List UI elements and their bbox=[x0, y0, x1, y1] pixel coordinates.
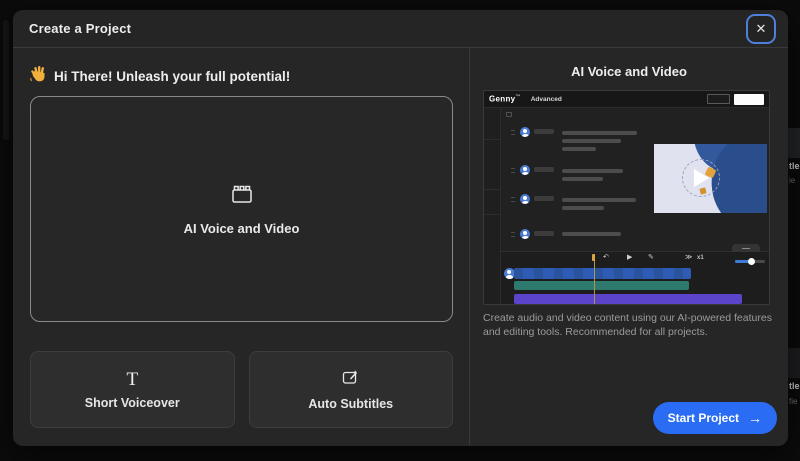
genny-app-preview-image: Genny™ Advanced ↶ ▶ ✎ ≫ x1 bbox=[483, 90, 770, 305]
playhead-marker bbox=[592, 254, 595, 261]
close-icon: ✕ bbox=[755, 21, 767, 36]
app-screen: tle ie tle fie Create a Project ✕ Hi The… bbox=[0, 0, 800, 461]
speaker-avatar bbox=[520, 194, 530, 204]
drag-handle bbox=[511, 232, 515, 237]
placeholder-bar bbox=[562, 198, 636, 202]
voice-track bbox=[514, 268, 691, 279]
preview-topbar: Genny™ Advanced bbox=[484, 91, 769, 108]
right-pane: AI Voice and Video Genny™ Advanced ↶ ▶ ✎… bbox=[469, 48, 788, 445]
background-card-title-fragment: tle bbox=[789, 381, 800, 391]
voice-name-pill bbox=[534, 196, 554, 201]
auto-subtitles-label: Auto Subtitles bbox=[308, 396, 394, 411]
rail-separator bbox=[484, 139, 500, 140]
project-description: Create audio and video content using our… bbox=[483, 312, 772, 338]
zoom-slider bbox=[735, 258, 765, 265]
start-project-button[interactable]: Start Project → bbox=[652, 402, 777, 434]
playhead bbox=[594, 254, 595, 304]
placeholder-bar bbox=[562, 131, 637, 135]
placeholder-bar bbox=[562, 177, 603, 181]
voice-name-pill bbox=[534, 231, 554, 236]
background-card-title-fragment: tle bbox=[789, 161, 800, 171]
background-card-thumbnail bbox=[788, 348, 800, 378]
play-icon bbox=[694, 169, 709, 187]
preview-timeline: ↶ ▶ ✎ ≫ x1 bbox=[501, 244, 769, 304]
right-pane-heading: AI Voice and Video bbox=[571, 64, 687, 79]
modal-header: Create a Project ✕ bbox=[13, 10, 788, 48]
greeting-text: Hi There! Unleash your full potential! bbox=[54, 68, 291, 84]
left-pane: Hi There! Unleash your full potential! A… bbox=[13, 48, 469, 445]
text-tool-icon: T bbox=[126, 368, 139, 390]
zoom-slider-knob bbox=[748, 258, 755, 265]
playback-rate-label: x1 bbox=[697, 255, 704, 261]
preview-sidebar-rail bbox=[484, 108, 501, 304]
clapperboard-icon bbox=[229, 182, 255, 209]
preview-outline-button bbox=[707, 94, 730, 104]
placeholder-bar bbox=[562, 206, 604, 210]
drag-handle bbox=[511, 130, 515, 135]
start-project-label: Start Project bbox=[667, 411, 739, 425]
create-project-modal: Create a Project ✕ Hi There! Unleash you… bbox=[13, 10, 788, 446]
skip-icon: ≫ bbox=[685, 254, 693, 261]
rail-separator bbox=[484, 214, 500, 215]
voice-name-pill bbox=[534, 129, 554, 134]
preview-video-player bbox=[654, 144, 767, 213]
drag-handle bbox=[511, 197, 515, 202]
wave-emoji-icon bbox=[30, 65, 47, 87]
background-card-subtitle-fragment: fie bbox=[789, 397, 798, 406]
secondary-cards-row: T Short Voiceover Auto Subtitles bbox=[30, 351, 453, 428]
modal-body: Hi There! Unleash your full potential! A… bbox=[13, 48, 788, 445]
play-icon: ▶ bbox=[627, 254, 633, 261]
speaker-avatar bbox=[520, 229, 530, 239]
video-track bbox=[514, 294, 742, 304]
drag-handle bbox=[511, 168, 515, 173]
background-edge-highlight bbox=[3, 20, 9, 140]
voice-name-pill bbox=[534, 167, 554, 172]
auto-subtitles-card[interactable]: Auto Subtitles bbox=[248, 351, 453, 428]
short-voiceover-label: Short Voiceover bbox=[84, 395, 180, 410]
short-voiceover-card[interactable]: T Short Voiceover bbox=[30, 351, 235, 428]
ai-voice-and-video-card[interactable]: AI Voice and Video bbox=[30, 96, 453, 322]
speaker-avatar bbox=[520, 165, 530, 175]
genny-logo: Genny™ bbox=[489, 94, 521, 104]
edit-icon: ✎ bbox=[648, 254, 654, 261]
arrow-right-icon: → bbox=[748, 410, 762, 426]
background-card-subtitle-fragment: ie bbox=[789, 176, 796, 185]
timeline-collapse-handle bbox=[732, 244, 760, 252]
placeholder-bar bbox=[562, 139, 621, 143]
background-card-thumbnail bbox=[788, 128, 800, 158]
undo-icon: ↶ bbox=[603, 254, 609, 261]
greeting: Hi There! Unleash your full potential! bbox=[30, 66, 453, 86]
placeholder-bar bbox=[562, 232, 621, 236]
modal-title: Create a Project bbox=[29, 21, 132, 36]
trademark-symbol: ™ bbox=[515, 94, 521, 101]
rail-separator bbox=[484, 189, 500, 190]
preview-white-button bbox=[734, 93, 764, 105]
close-button[interactable]: ✕ bbox=[746, 13, 776, 44]
speaker-avatar bbox=[520, 127, 530, 137]
subtitle-edit-icon bbox=[342, 369, 359, 390]
music-track bbox=[514, 281, 689, 290]
preview-toolbar-icon bbox=[506, 112, 512, 117]
preview-nav-advanced: Advanced bbox=[530, 95, 562, 103]
collapse-dash-icon bbox=[742, 247, 750, 249]
placeholder-bar bbox=[562, 169, 623, 173]
ai-voice-and-video-label: AI Voice and Video bbox=[183, 221, 300, 236]
placeholder-bar bbox=[562, 147, 596, 151]
